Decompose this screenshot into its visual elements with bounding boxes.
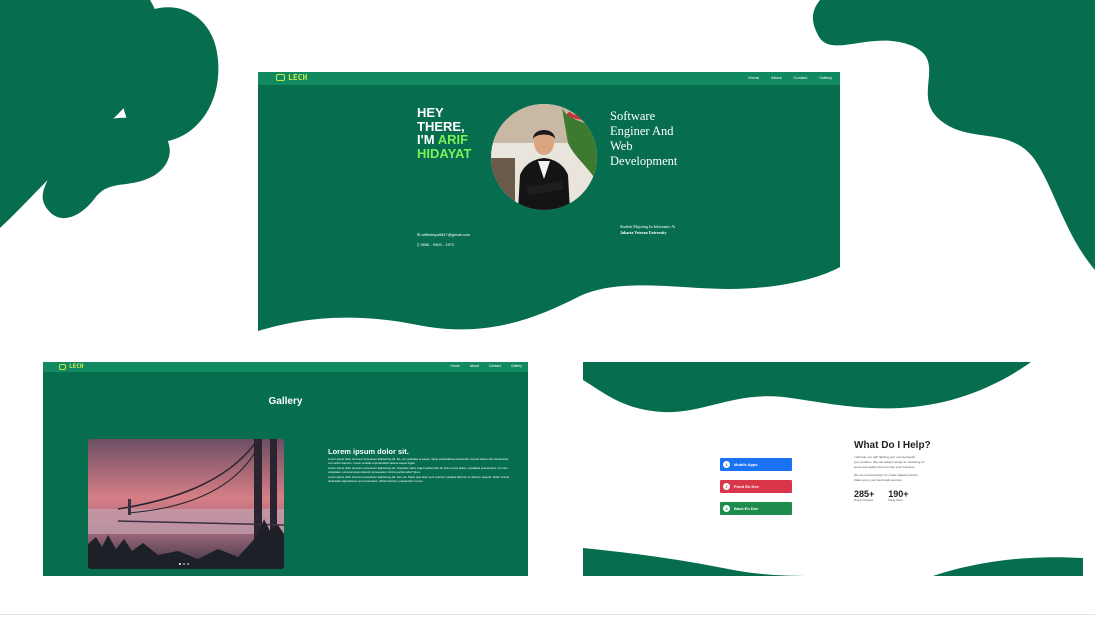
phone-row[interactable]: ▯ 0856 - 9309 - 1972: [417, 240, 470, 250]
greeting-line1: HEY: [417, 105, 444, 120]
nav-contact[interactable]: Contact: [489, 364, 501, 368]
stat-value: 190+: [888, 489, 909, 499]
help-text: What Do I Help? I will help you with fig…: [854, 440, 974, 502]
nav-gallery[interactable]: Gallery: [511, 364, 522, 368]
stat-value: 285+: [854, 489, 875, 499]
university: Jakarta Veteran University: [620, 230, 667, 235]
role-line1: Software: [610, 109, 656, 123]
bottom-divider: [0, 614, 1095, 615]
email-row[interactable]: ✉ arifhidaya0847@gmail.com: [417, 230, 470, 240]
contact-info: ✉ arifhidaya0847@gmail.com ▯ 0856 - 9309…: [417, 230, 470, 250]
gallery-paragraph-2: Lorem ipsum dolor sit amet consectetur a…: [328, 466, 508, 474]
logo[interactable]: LECH: [276, 73, 307, 82]
service-back-en-dev[interactable]: 3 Back En Dev: [720, 502, 792, 515]
service-mobile-apps[interactable]: 1 Mobile Apps: [720, 458, 792, 471]
wave-top: [583, 362, 1031, 413]
gallery-text: Lorem ipsum dolor sit. Lorem ipsum dolor…: [328, 447, 510, 483]
wave-bottom: [583, 548, 1083, 576]
service-front-en-dev[interactable]: 2 Front En Dev: [720, 480, 792, 493]
logo[interactable]: LECH: [59, 363, 83, 370]
greeting-line2: THERE,: [417, 118, 465, 134]
stat-label: Happy Client: [888, 499, 903, 502]
gallery-title: Gallery: [268, 396, 303, 407]
hero-panel: LECH Home About Contact Gallery HEY THER…: [258, 72, 840, 349]
service-label: Front En Dev: [734, 484, 759, 489]
decorative-blob-top-left: [0, 0, 219, 228]
education-info: Student Majoring In Informatic At Jakart…: [620, 224, 675, 236]
nav-links: Home About Contact Gallery: [450, 364, 522, 368]
phone-text: 0856 - 9309 - 1972: [420, 242, 455, 247]
role-line4: Development: [610, 154, 678, 168]
nav-about[interactable]: About: [470, 364, 479, 368]
help-panel: 1 Mobile Apps 2 Front En Dev 3 Back En D…: [583, 362, 1083, 576]
help-desc-3: prove and quality that can help your bus…: [854, 465, 916, 469]
greeting-line3: I'M ARIF: [417, 133, 471, 147]
profile-photo: [491, 104, 597, 210]
gallery-paragraph-1: Lorem ipsum dolor sit amet consectetur a…: [328, 457, 509, 465]
stat-projects: 285+ Project Complete: [854, 489, 874, 502]
nav-gallery[interactable]: Gallery: [819, 75, 832, 80]
role-line3: Web: [610, 139, 633, 153]
hero-greeting: HEY THERE, I'M ARIF HIDAYAT: [417, 106, 471, 161]
stat-label: Project Complete: [854, 499, 874, 502]
service-label: Back En Dev: [734, 506, 759, 511]
help-desc-5: Make some your best track success.: [854, 478, 903, 482]
navbar-gallery: LECH Home About Contact Gallery: [43, 362, 528, 372]
gallery-paragraph-3: Lorem ipsum dolor sit amet consectetur a…: [328, 475, 509, 483]
role-line2: Enginer And: [610, 124, 674, 138]
logo-icon: [59, 363, 66, 370]
logo-icon: [276, 74, 285, 81]
mail-icon: ✉: [417, 232, 421, 237]
number-badge: 3: [723, 505, 730, 512]
stat-clients: 190+ Happy Client: [888, 489, 908, 502]
logo-text: LECH: [288, 73, 308, 82]
stats: 285+ Project Complete 190+ Happy Client: [854, 489, 974, 502]
navbar: LECH Home About Contact Gallery: [258, 72, 840, 85]
decorative-blob-top-right: [812, 0, 1095, 270]
role-text: Software Enginer And Web Development: [610, 109, 677, 169]
phone-icon: ▯: [417, 242, 420, 247]
help-title: What Do I Help?: [854, 440, 931, 451]
email-text: arifhidaya0847@gmail.com: [421, 232, 471, 237]
nav-home[interactable]: Home: [450, 364, 459, 368]
nav-about[interactable]: About: [771, 75, 781, 80]
number-badge: 1: [723, 461, 730, 468]
gallery-panel: LECH Home About Contact Gallery Gallery: [43, 362, 528, 576]
last-name: HIDAYAT: [417, 145, 472, 161]
nav-links: Home About Contact Gallery: [748, 75, 832, 80]
wave-bottom: [258, 267, 840, 349]
nav-home[interactable]: Home: [748, 75, 759, 80]
nav-contact[interactable]: Contact: [794, 75, 808, 80]
gallery-image[interactable]: [88, 439, 284, 569]
gallery-heading: Lorem ipsum dolor sit.: [328, 447, 409, 456]
number-badge: 2: [723, 483, 730, 490]
logo-text: LECH: [69, 363, 84, 370]
service-label: Mobile Apps: [734, 462, 758, 467]
